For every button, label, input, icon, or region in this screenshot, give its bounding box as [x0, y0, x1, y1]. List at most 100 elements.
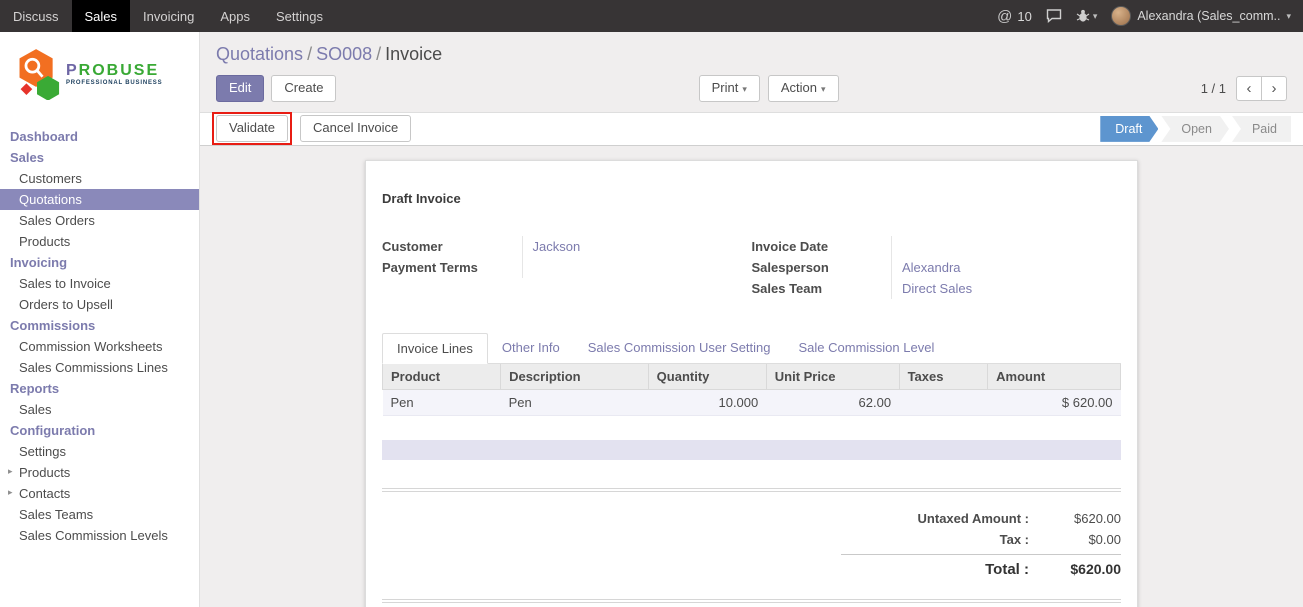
control-panel-buttons: Edit Create Print▾ Action▾ 1 / 1 ‹ ›: [216, 75, 1287, 102]
breadcrumb: Quotations/SO008/Invoice: [216, 44, 1287, 65]
create-button[interactable]: Create: [271, 75, 336, 102]
sales-team-label: Sales Team: [752, 278, 892, 299]
breadcrumb-so008[interactable]: SO008: [316, 44, 372, 64]
sidebar-item-products[interactable]: Products: [0, 231, 199, 252]
activities-count: 10: [1017, 9, 1031, 24]
payment-terms-label: Payment Terms: [382, 257, 522, 278]
sales-team-value[interactable]: Direct Sales: [892, 278, 1122, 299]
header-product[interactable]: Product: [383, 364, 501, 390]
customer-value[interactable]: Jackson: [522, 236, 752, 257]
print-dropdown-button[interactable]: Print▾: [699, 75, 760, 102]
annotation-highlight-box: Validate: [212, 112, 292, 145]
sidebar-item-sales-teams[interactable]: Sales Teams: [0, 504, 199, 525]
total-label: Total :: [985, 561, 1029, 578]
cell-amount: $ 620.00: [988, 389, 1121, 415]
invoice-state-title: Draft Invoice: [382, 191, 1121, 206]
header-description[interactable]: Description: [501, 364, 649, 390]
sidebar-item-orders-to-upsell[interactable]: Orders to Upsell: [0, 294, 199, 315]
sidebar-heading-configuration[interactable]: Configuration: [0, 420, 199, 441]
sidebar-heading-dashboard[interactable]: Dashboard: [0, 126, 199, 147]
tab-sale-commission-level[interactable]: Sale Commission Level: [785, 333, 949, 364]
cell-description: Pen: [501, 389, 649, 415]
breadcrumb-quotations[interactable]: Quotations: [216, 44, 303, 64]
chevron-left-icon: ‹: [1247, 80, 1252, 97]
action-dropdown-button[interactable]: Action▾: [768, 75, 839, 102]
status-pill-open[interactable]: Open: [1161, 116, 1229, 142]
sidebar-item-sales-to-invoice[interactable]: Sales to Invoice: [0, 273, 199, 294]
user-name: Alexandra (Sales_comm..: [1137, 9, 1280, 23]
menu-invoicing[interactable]: Invoicing: [130, 0, 207, 32]
header-quantity[interactable]: Quantity: [648, 364, 766, 390]
invoice-line-row[interactable]: Pen Pen 10.000 62.00 $ 620.00: [383, 389, 1121, 415]
menu-discuss[interactable]: Discuss: [0, 0, 72, 32]
tab-invoice-lines[interactable]: Invoice Lines: [382, 333, 488, 364]
field-group-left: Customer Jackson Payment Terms: [382, 236, 752, 278]
table-header-row: Product Description Quantity Unit Price …: [383, 364, 1121, 390]
app-logo: PROBUSE PROFESSIONAL BUSINESS: [0, 32, 199, 126]
sidebar-item-config-contacts[interactable]: ▸Contacts: [0, 483, 199, 504]
status-pills: Draft Open Paid: [1100, 116, 1291, 142]
total-value: $620.00: [1029, 561, 1121, 577]
edit-button[interactable]: Edit: [216, 75, 264, 102]
expand-arrow-icon: ▸: [8, 487, 13, 498]
avatar: [1111, 6, 1131, 26]
expand-arrow-icon: ▸: [8, 466, 13, 477]
user-menu[interactable]: Alexandra (Sales_comm.. ▾: [1111, 6, 1291, 26]
header-taxes[interactable]: Taxes: [899, 364, 988, 390]
sidebar-item-commission-worksheets[interactable]: Commission Worksheets: [0, 336, 199, 357]
sidebar-item-reports-sales[interactable]: Sales: [0, 399, 199, 420]
debug-menu[interactable]: ▾: [1076, 9, 1098, 23]
chevron-down-icon: ▾: [1093, 11, 1098, 22]
tab-sales-commission-user-setting[interactable]: Sales Commission User Setting: [574, 333, 785, 364]
sidebar-item-sales-commissions-lines[interactable]: Sales Commissions Lines: [0, 357, 199, 378]
salesperson-value[interactable]: Alexandra: [892, 257, 1122, 278]
untaxed-amount-label: Untaxed Amount :: [918, 511, 1029, 526]
chat-bubble-icon: [1046, 9, 1062, 23]
sidebar-item-sales-orders[interactable]: Sales Orders: [0, 210, 199, 231]
pager-value: 1 / 1: [1201, 81, 1226, 96]
chevron-down-icon: ▾: [821, 84, 826, 94]
cancel-invoice-button[interactable]: Cancel Invoice: [300, 115, 411, 142]
sidebar-item-config-products[interactable]: ▸Products: [0, 462, 199, 483]
header-unit-price[interactable]: Unit Price: [766, 364, 899, 390]
sidebar-heading-reports[interactable]: Reports: [0, 378, 199, 399]
pager-previous-button[interactable]: ‹: [1236, 76, 1262, 101]
sidebar-nav: Dashboard Sales Customers Quotations Sal…: [0, 126, 199, 546]
pager: 1 / 1 ‹ ›: [1201, 76, 1287, 101]
bug-icon: [1076, 9, 1090, 23]
sidebar-heading-invoicing[interactable]: Invoicing: [0, 252, 199, 273]
menu-apps[interactable]: Apps: [207, 0, 263, 32]
probuse-logo-icon: [14, 48, 60, 100]
cell-quantity: 10.000: [648, 389, 766, 415]
logo-name-rest: ROBUSE: [79, 62, 159, 79]
header-amount[interactable]: Amount: [988, 364, 1121, 390]
sidebar-item-settings[interactable]: Settings: [0, 441, 199, 462]
field-group-right: Invoice Date Salesperson Alexandra Sales…: [752, 236, 1122, 299]
menu-sales[interactable]: Sales: [72, 0, 131, 32]
menu-settings[interactable]: Settings: [263, 0, 336, 32]
sidebar-item-sales-commission-levels[interactable]: Sales Commission Levels: [0, 525, 199, 546]
activities-indicator[interactable]: @ 10: [997, 8, 1032, 25]
main-menu: Discuss Sales Invoicing Apps Settings: [0, 0, 336, 32]
logo-name-first: P: [66, 62, 79, 79]
validate-button[interactable]: Validate: [216, 115, 288, 142]
pager-next-button[interactable]: ›: [1261, 76, 1287, 101]
field-groups: Customer Jackson Payment Terms Invoice D…: [382, 236, 1121, 299]
logo-tagline: PROFESSIONAL BUSINESS: [66, 80, 162, 86]
sidebar-heading-sales[interactable]: Sales: [0, 147, 199, 168]
sidebar-heading-commissions[interactable]: Commissions: [0, 315, 199, 336]
logo-text: PROBUSE PROFESSIONAL BUSINESS: [66, 62, 162, 86]
status-pill-draft[interactable]: Draft: [1100, 116, 1158, 142]
status-pill-paid[interactable]: Paid: [1232, 116, 1291, 142]
notes-section-bar[interactable]: [382, 440, 1121, 460]
tab-other-info[interactable]: Other Info: [488, 333, 574, 364]
breadcrumb-current: Invoice: [385, 44, 442, 64]
tax-value: $0.00: [1029, 532, 1121, 547]
form-view-area: Draft Invoice Customer Jackson Payment T…: [200, 146, 1303, 607]
separator-rule: [382, 599, 1121, 603]
invoice-date-label: Invoice Date: [752, 236, 892, 257]
messages-menu[interactable]: [1046, 9, 1062, 23]
sidebar-item-quotations[interactable]: Quotations: [0, 189, 199, 210]
chevron-down-icon: ▾: [1286, 11, 1291, 22]
sidebar-item-customers[interactable]: Customers: [0, 168, 199, 189]
